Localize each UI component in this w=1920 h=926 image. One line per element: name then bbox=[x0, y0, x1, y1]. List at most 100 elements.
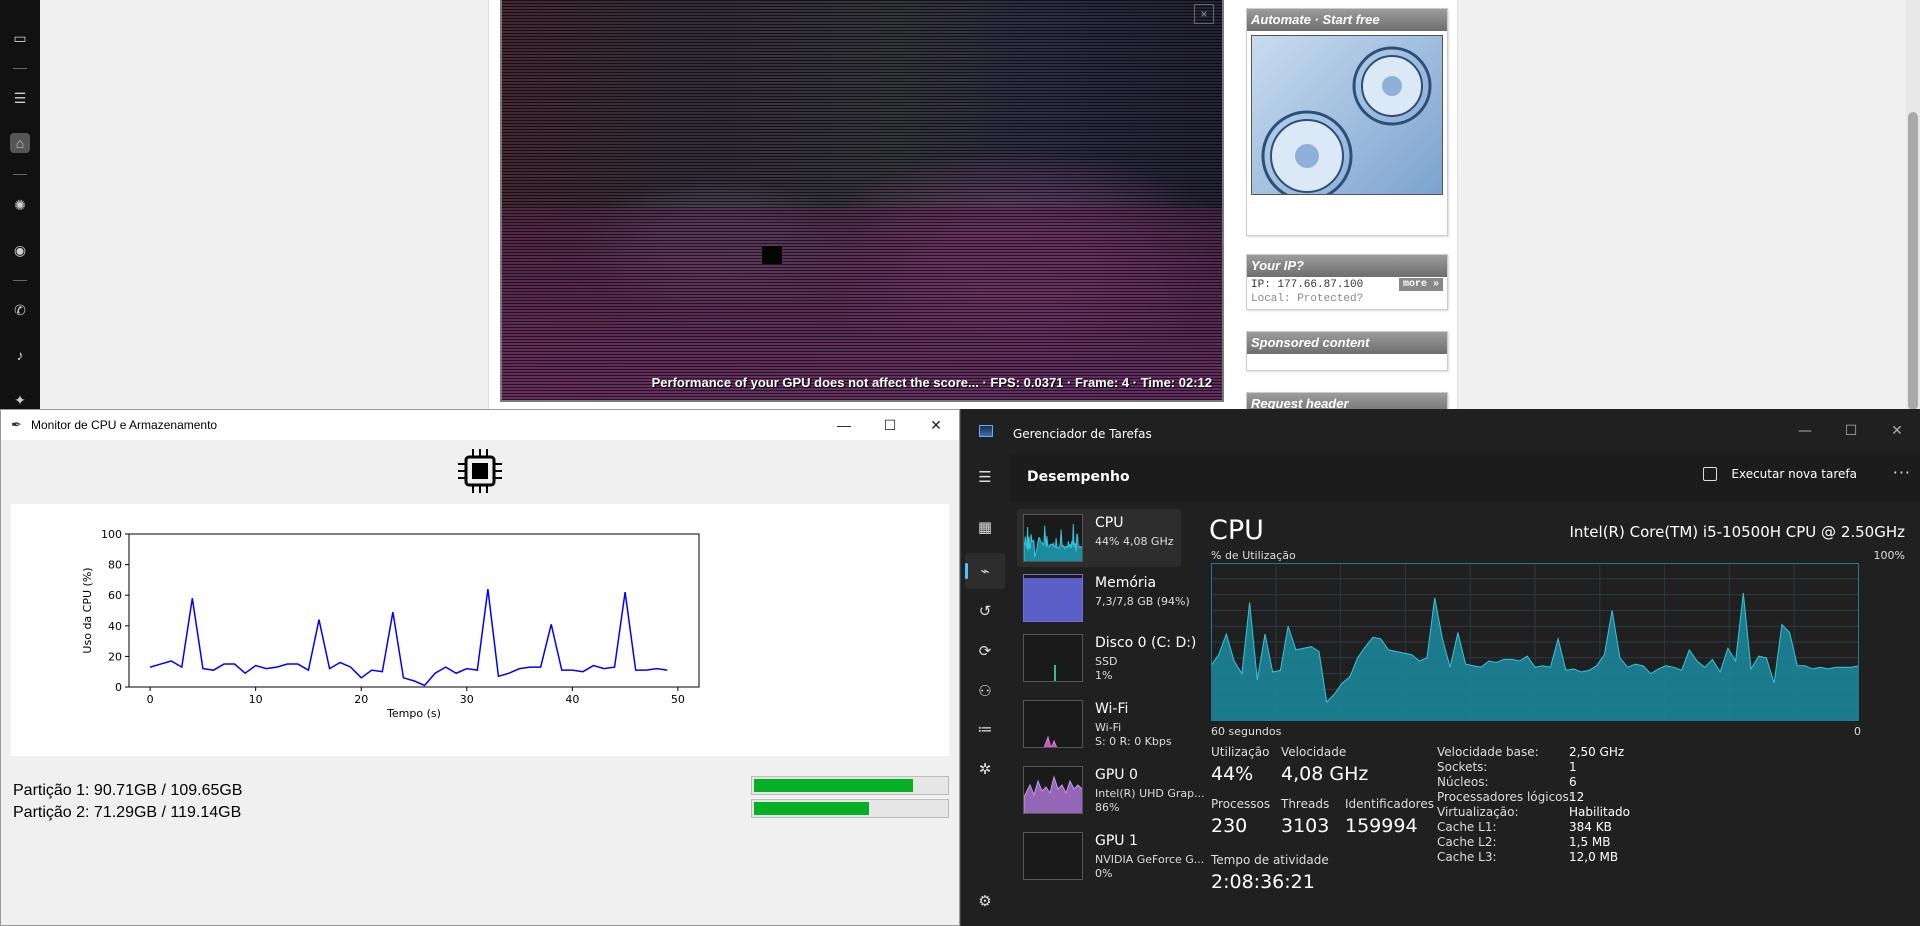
home-icon[interactable]: ⌂ bbox=[10, 133, 30, 153]
x-axis-label: Tempo (s) bbox=[386, 707, 441, 720]
maximize-button[interactable]: ☐ bbox=[1828, 417, 1874, 445]
more-options-button[interactable]: ··· bbox=[1893, 463, 1911, 482]
y-tick-label: 20 bbox=[108, 650, 122, 663]
handles-value: 159994 bbox=[1345, 815, 1418, 837]
close-button[interactable]: ✕ bbox=[1874, 417, 1920, 445]
utilization-value: 44% bbox=[1211, 763, 1254, 785]
device-name: Wi-Fi bbox=[1095, 701, 1129, 717]
request-header-widget: Request header bbox=[1246, 392, 1448, 410]
device-detail: Intel(R) UHD Grap... bbox=[1095, 787, 1205, 800]
cpu-model-name: Intel(R) Core(TM) i5-10500H CPU @ 2.50GH… bbox=[1569, 523, 1906, 541]
spec-value: 12 bbox=[1569, 790, 1585, 804]
startup-apps-icon[interactable]: ⟳ bbox=[973, 639, 997, 663]
new-task-icon[interactable] bbox=[1703, 467, 1717, 481]
run-new-task-button[interactable]: Executar nova tarefa bbox=[1731, 467, 1857, 481]
cpu-usage-plot: 0 10 20 30 40 50 0 20 40 60 80 100 Uso da CPU (%) Tem… bbox=[11, 504, 949, 756]
spec-value: 384 KB bbox=[1569, 820, 1612, 834]
partition-2-label: Partição 2: 71.29GB / 119.14GB bbox=[13, 804, 242, 821]
ip-widget: Your IP? IP: 177.66.87.100 more » Local:… bbox=[1246, 254, 1448, 310]
x-tick-label: 10 bbox=[249, 693, 263, 706]
progress-fill bbox=[754, 802, 869, 815]
cpu-thumbnail-area bbox=[1024, 524, 1082, 561]
settings-icon[interactable]: ⚙ bbox=[973, 889, 997, 913]
graph-label: % de Utilização bbox=[1211, 549, 1296, 562]
speed-value: 4,08 GHz bbox=[1281, 763, 1369, 785]
hamburger-icon[interactable]: ☰ bbox=[973, 465, 997, 489]
gpu-benchmark-canvas[interactable]: × Performance of your GPU does not affec… bbox=[500, 0, 1224, 402]
services-icon[interactable]: ✲ bbox=[973, 757, 997, 781]
device-name: GPU 0 bbox=[1095, 767, 1138, 783]
device-memory[interactable]: Memória 7,3/7,8 GB (94%) bbox=[1017, 569, 1190, 627]
chatgpt-icon[interactable]: ✺ bbox=[10, 195, 30, 215]
app-history-icon[interactable]: ↺ bbox=[973, 599, 997, 623]
title-bar[interactable]: ✒ Monitor de CPU e Armazenamento — ☐ ✕ bbox=[1, 410, 959, 440]
device-wifi[interactable]: Wi-Fi Wi-Fi S: 0 R: 0 Kbps bbox=[1017, 695, 1181, 753]
ip-text: IP: 177.66.87.100 bbox=[1251, 279, 1364, 291]
more-button[interactable]: more » bbox=[1398, 278, 1443, 291]
tiktok-icon[interactable]: ♪ bbox=[10, 345, 30, 365]
window-title: Monitor de CPU e Armazenamento bbox=[31, 418, 218, 432]
page-scrollbar[interactable] bbox=[1906, 0, 1920, 410]
progress-fill bbox=[754, 779, 913, 792]
device-name: Disco 0 (C: D:) bbox=[1095, 635, 1197, 651]
list-icon[interactable]: ☰ bbox=[10, 88, 30, 108]
y-tick-label: 60 bbox=[108, 589, 122, 602]
close-icon[interactable]: × bbox=[1194, 4, 1214, 24]
window-title: Gerenciador de Tarefas bbox=[1013, 427, 1152, 441]
gears-image[interactable] bbox=[1251, 35, 1443, 195]
partition-1-progress bbox=[751, 776, 949, 795]
graph-max-label: 100% bbox=[1873, 549, 1905, 562]
device-gpu-1[interactable]: GPU 1 NVIDIA GeForce G... 0% bbox=[1017, 827, 1204, 885]
desktop: ▭ ☰ ⌂ ✺ ◉ ✆ ♪ ✦ × Performance of your GP… bbox=[0, 0, 1920, 926]
partition-list: Partição 1: 90.71GB / 109.65GB Partição … bbox=[13, 780, 242, 824]
device-detail: SSD bbox=[1095, 655, 1118, 668]
graph-min-label: 0 bbox=[1854, 725, 1861, 738]
utilization-label: Utilização bbox=[1211, 745, 1270, 759]
spec-label: Cache L3: bbox=[1437, 850, 1497, 864]
sponsored-widget: Sponsored content bbox=[1246, 331, 1448, 371]
briefcase-icon[interactable]: ▭ bbox=[10, 28, 30, 48]
device-disk[interactable]: Disco 0 (C: D:) SSD 1% bbox=[1017, 629, 1196, 687]
minimize-button[interactable]: — bbox=[821, 410, 867, 440]
codeshare-icon[interactable]: ◉ bbox=[10, 240, 30, 260]
memory-fill bbox=[1024, 577, 1082, 621]
graph-span-label: 60 segundos bbox=[1211, 725, 1282, 738]
spec-label: Cache L1: bbox=[1437, 820, 1497, 834]
device-usage: 0% bbox=[1095, 867, 1113, 880]
browser-sidebar: ▭ ☰ ⌂ ✺ ◉ ✆ ♪ ✦ bbox=[0, 0, 40, 410]
page-title: Desempenho bbox=[1027, 469, 1130, 485]
feather-icon: ✒ bbox=[11, 417, 22, 432]
device-name: CPU bbox=[1095, 515, 1124, 531]
scrollbar-thumb[interactable] bbox=[1908, 112, 1918, 410]
cpu-details-panel: CPU Intel(R) Core(TM) i5-10500H CPU @ 2.… bbox=[1197, 501, 1920, 926]
device-name: Memória bbox=[1095, 575, 1157, 591]
whatsapp-icon[interactable]: ✆ bbox=[10, 300, 30, 320]
gpu-0-thumbnail bbox=[1023, 766, 1083, 814]
device-detail: NVIDIA GeForce G... bbox=[1095, 853, 1205, 866]
users-icon[interactable]: ⚇ bbox=[973, 679, 997, 703]
processes-icon[interactable]: ▦ bbox=[973, 515, 997, 539]
y-tick-label: 0 bbox=[115, 681, 122, 694]
spec-value: 6 bbox=[1569, 775, 1577, 789]
close-button[interactable]: ✕ bbox=[913, 410, 959, 440]
disk-thumbnail bbox=[1023, 634, 1083, 682]
title-bar[interactable]: Gerenciador de Tarefas — ☐ ✕ bbox=[961, 409, 1920, 453]
device-gpu-0[interactable]: GPU 0 Intel(R) UHD Grap... 86% bbox=[1017, 761, 1205, 819]
spec-value: 1,5 MB bbox=[1569, 835, 1611, 849]
render-artifact bbox=[762, 246, 782, 264]
sidebar-divider bbox=[13, 174, 27, 175]
ip-address: IP: 177.66.87.100 more » bbox=[1247, 277, 1447, 293]
widget-title: Your IP? bbox=[1247, 255, 1447, 277]
performance-icon[interactable]: ⌁ bbox=[973, 559, 997, 583]
twitter-icon[interactable]: ✦ bbox=[10, 390, 30, 410]
spec-label: Sockets: bbox=[1437, 760, 1488, 774]
device-cpu[interactable]: CPU 44% 4,08 GHz bbox=[1017, 509, 1181, 567]
cpu-utilization-graph bbox=[1210, 563, 1860, 722]
spec-value: 2,50 GHz bbox=[1569, 745, 1625, 759]
device-list: CPU 44% 4,08 GHz Memória 7,3/7,8 GB (94%… bbox=[1017, 509, 1205, 926]
speed-label: Velocidade bbox=[1281, 745, 1347, 759]
details-icon[interactable]: ≔ bbox=[973, 717, 997, 741]
wifi-thumbnail bbox=[1023, 700, 1083, 748]
minimize-button[interactable]: — bbox=[1782, 417, 1828, 445]
maximize-button[interactable]: ☐ bbox=[867, 410, 913, 440]
